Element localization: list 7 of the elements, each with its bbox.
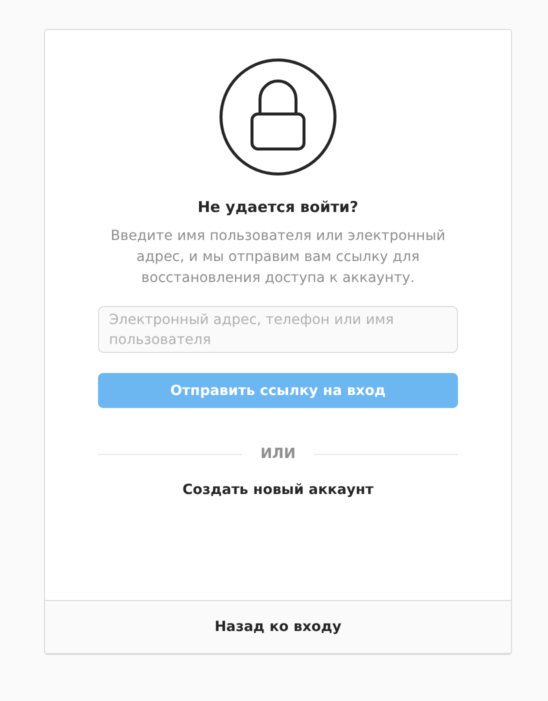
lock-icon xyxy=(219,58,337,176)
divider-label: ИЛИ xyxy=(260,446,296,462)
input-field[interactable]: Электронный адрес, телефон или имя пользователя xyxy=(98,306,458,353)
heading: Не удается войти? xyxy=(198,198,358,216)
description: Введите имя пользователя или электронный адрес, и мы отправим вам ссылку для восстановления доступа к аккаунту. xyxy=(110,227,446,288)
back-to-login-button[interactable]: Назад ко входу xyxy=(45,600,511,654)
create-account-link[interactable]: Создать новый аккаунт xyxy=(182,482,374,498)
